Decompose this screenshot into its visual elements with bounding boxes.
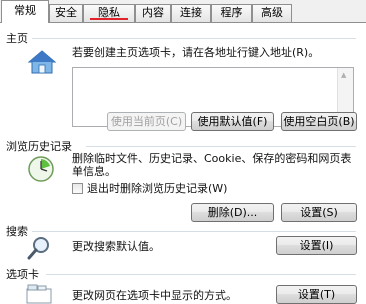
delete-on-exit-label[interactable]: 退出时删除浏览历史记录(W) [87,182,227,195]
tab-strip: 常规 安全 隐私 内容 连接 程序 高级 [0,0,366,23]
tabs-icon [26,284,52,304]
search-section-title: 搜索 [6,225,28,238]
tabs-settings-button[interactable]: 设置(T) [276,285,357,304]
delete-on-exit-checkbox[interactable] [72,183,83,194]
tab-privacy[interactable]: 隐私 [83,4,135,22]
tab-advanced[interactable]: 高级 [252,4,292,22]
use-default-button[interactable]: 使用默认值(F) [191,112,274,131]
home-section-title: 主页 [6,32,28,45]
delete-history-button[interactable]: 删除(D)... [191,203,274,222]
scroll-up-icon[interactable]: ▲ [341,71,346,79]
tabs-description: 更改网页在选项卡中显示的方式。 [72,289,237,302]
highlight-underline [90,18,128,20]
tabs-divider [46,274,356,275]
tab-programs[interactable]: 程序 [211,4,252,22]
home-divider [32,38,356,39]
search-icon [27,237,49,260]
use-current-button[interactable]: 使用当前页(C) [107,112,186,131]
tab-content[interactable]: 内容 [135,4,171,22]
search-settings-button[interactable]: 设置(I) [276,236,357,255]
tab-security[interactable]: 安全 [49,4,83,22]
home-description: 若要创建主页选项卡，请在各地址行键入地址(R)。 [72,46,320,59]
history-section-title: 浏览历史记录 [6,140,72,153]
search-divider [32,231,356,232]
home-icon [27,50,57,74]
history-divider [86,146,356,147]
history-description: 删除临时文件、历史记录、Cookie、保存的密码和网页表单信息。 [72,152,352,178]
tab-connections[interactable]: 连接 [171,4,211,22]
tabs-section-title: 选项卡 [6,268,39,281]
history-settings-button[interactable]: 设置(S) [281,203,357,222]
use-blank-button[interactable]: 使用空白页(B) [281,112,357,131]
history-clock-icon [28,156,54,182]
tab-general[interactable]: 常规 [1,0,49,23]
search-description: 更改搜索默认值。 [72,240,160,253]
